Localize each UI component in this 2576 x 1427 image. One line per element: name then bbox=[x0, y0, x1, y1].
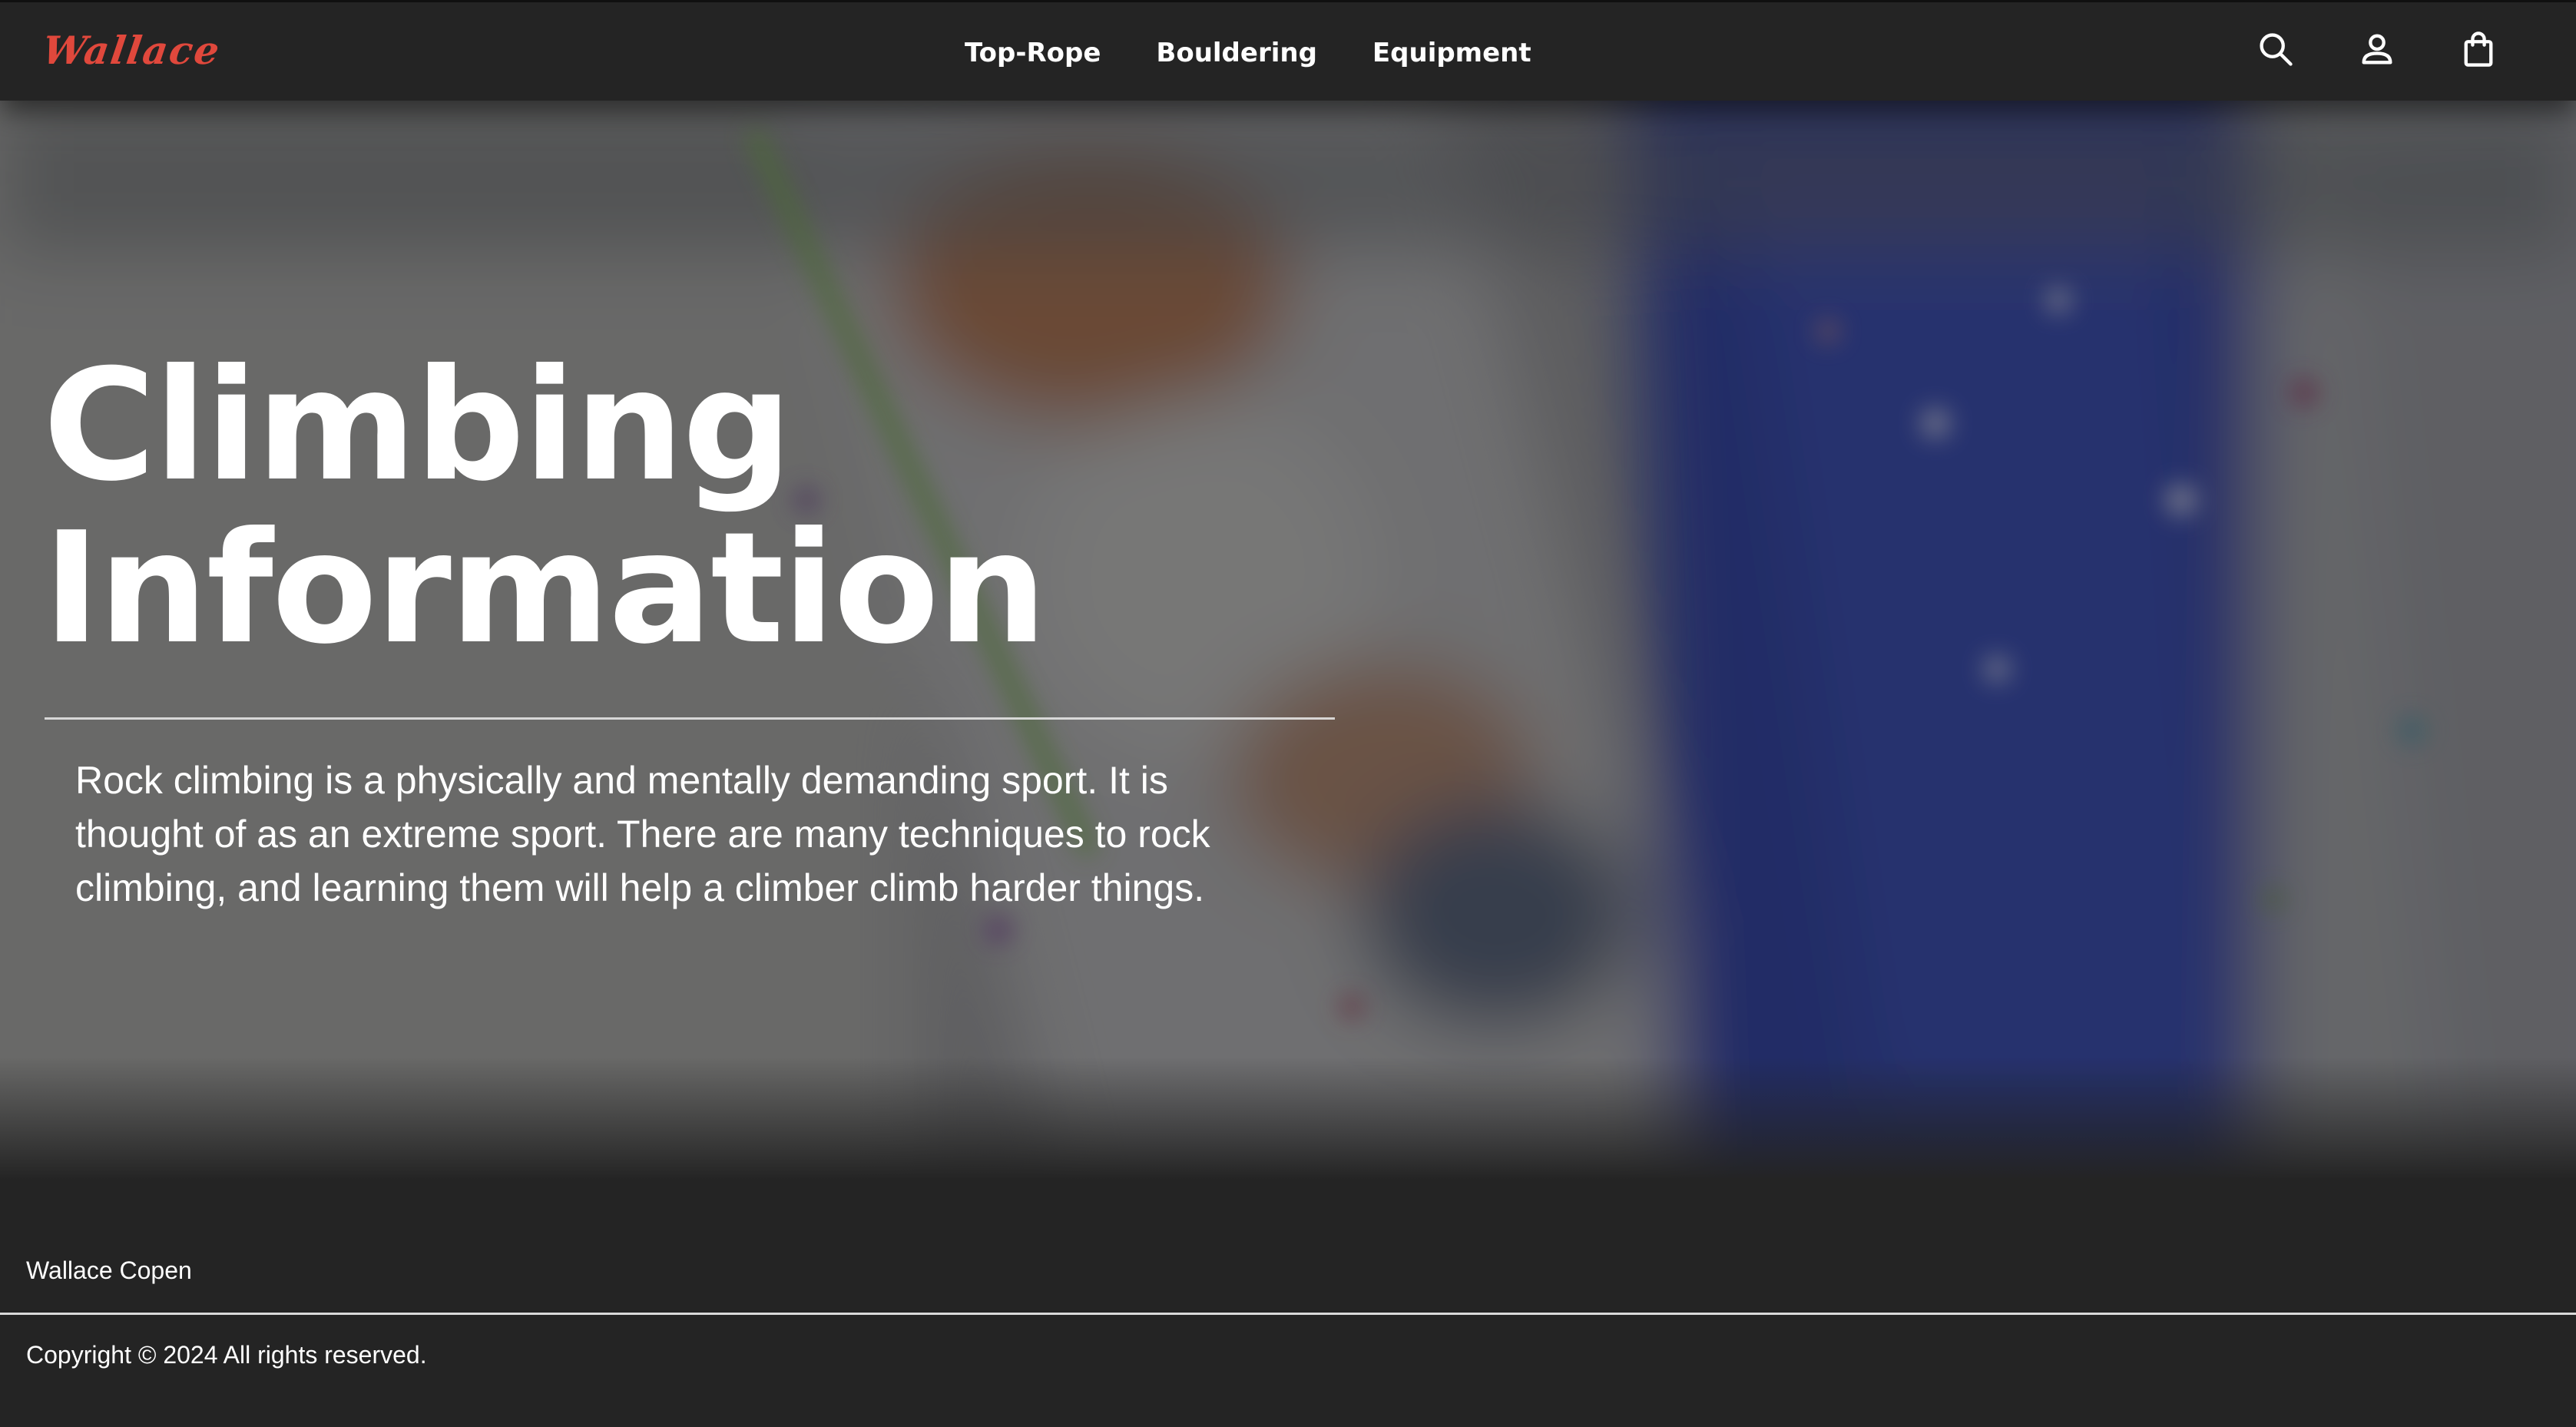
nav-link-top-rope[interactable]: Top-Rope bbox=[965, 30, 1101, 76]
footer-copyright: Copyright © 2024 All rights reserved. bbox=[26, 1341, 427, 1369]
hero-bottom-fade bbox=[0, 1057, 2576, 1180]
nav-link-equipment[interactable]: Equipment bbox=[1372, 30, 1531, 76]
search-icon[interactable] bbox=[2250, 24, 2301, 74]
hero-title-line-2: Information bbox=[43, 499, 1047, 678]
shopping-bag-icon[interactable] bbox=[2453, 24, 2504, 74]
top-navbar: Wallace Top-Rope Bouldering Equipment bbox=[0, 0, 2576, 101]
main-nav: Top-Rope Bouldering Equipment bbox=[965, 30, 1587, 76]
hero-description: Rock climbing is a physically and mental… bbox=[75, 759, 1210, 909]
nav-link-bouldering[interactable]: Bouldering bbox=[1156, 30, 1317, 76]
site-footer: Wallace Copen Copyright © 2024 All right… bbox=[0, 1180, 2576, 1427]
brand-logo[interactable]: Wallace bbox=[39, 25, 223, 76]
hero-divider bbox=[45, 717, 1335, 720]
footer-divider bbox=[0, 1313, 2576, 1315]
hero-title: Climbing Information bbox=[43, 345, 1195, 670]
page: Wallace Top-Rope Bouldering Equipment Cl… bbox=[0, 0, 2576, 1427]
hero-section: Climbing Information Rock climbing is a … bbox=[0, 101, 2576, 1180]
hero-title-line-1: Climbing bbox=[43, 336, 793, 515]
user-icon[interactable] bbox=[2352, 24, 2402, 74]
footer-author-name: Wallace Copen bbox=[26, 1256, 192, 1284]
